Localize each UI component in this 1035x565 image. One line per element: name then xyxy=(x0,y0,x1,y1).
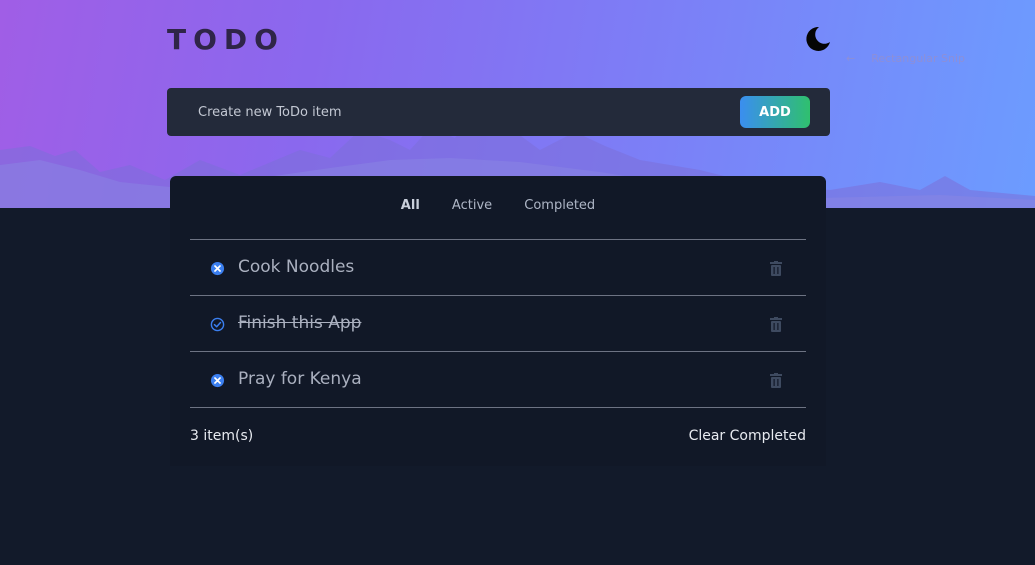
filter-completed[interactable]: Completed xyxy=(524,198,595,213)
filter-active[interactable]: Active xyxy=(452,198,492,213)
filter-tabs: All Active Completed xyxy=(170,198,826,218)
new-todo-input[interactable] xyxy=(187,88,727,136)
moon-icon[interactable] xyxy=(803,25,831,53)
trash-icon[interactable] xyxy=(770,373,782,388)
todo-card: All Active Completed Cook Noodles Finish… xyxy=(170,176,826,466)
filter-all[interactable]: All xyxy=(401,198,420,213)
clear-completed-button[interactable]: Clear Completed xyxy=(689,428,806,444)
check-circle-icon[interactable] xyxy=(210,317,225,332)
items-left-count: 3 item(s) xyxy=(190,428,254,444)
todo-text: Finish this App xyxy=(238,313,362,333)
todo-item: Pray for Kenya xyxy=(190,352,806,408)
snip-label: Rectangular Snip xyxy=(871,52,965,65)
trash-icon[interactable] xyxy=(770,317,782,332)
todo-item: Cook Noodles xyxy=(190,240,806,296)
todo-text: Cook Noodles xyxy=(238,257,355,277)
snip-arrow: ← xyxy=(846,52,856,65)
x-circle-icon[interactable] xyxy=(210,261,225,276)
todo-text: Pray for Kenya xyxy=(238,369,362,389)
add-button[interactable]: ADD xyxy=(740,96,810,128)
rectangular-snip-overlay: ← Rectangular Snip xyxy=(846,52,965,65)
trash-icon[interactable] xyxy=(770,261,782,276)
x-circle-icon[interactable] xyxy=(210,373,225,388)
todo-item: Finish this App xyxy=(190,296,806,352)
app-title: TODO xyxy=(167,23,285,56)
todo-list: Cook Noodles Finish this App Pray for Ke… xyxy=(190,239,806,408)
create-todo-bar: ADD xyxy=(167,88,830,136)
